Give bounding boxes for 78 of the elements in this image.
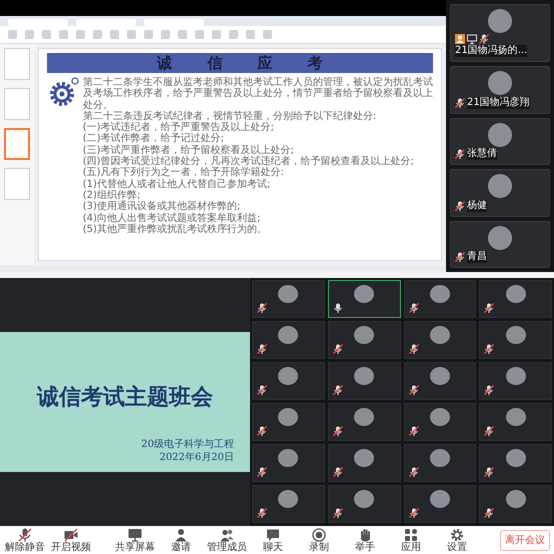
avatar bbox=[430, 285, 450, 303]
hand-icon bbox=[358, 528, 372, 542]
apps-grid-icon bbox=[404, 528, 418, 542]
avatar bbox=[354, 367, 374, 385]
toolbar-button[interactable]: 管理成员 bbox=[206, 528, 248, 552]
slide-text: (一)考试违纪者，给予严重警告及以上处分; bbox=[82, 122, 275, 134]
avatar bbox=[278, 367, 298, 385]
slide-text: (四)曾因考试受过纪律处分，凡再次考试违纪者，给予留校查看及以上处分; bbox=[82, 156, 415, 168]
record-icon bbox=[312, 528, 326, 542]
avatar bbox=[506, 408, 526, 426]
slide-title: 诚信考试主题班会 bbox=[36, 383, 214, 412]
chat-bubble-icon bbox=[266, 528, 280, 542]
avatar bbox=[430, 367, 450, 385]
avatar bbox=[506, 367, 526, 385]
class-name: 20级电子科学与工程 bbox=[141, 438, 234, 451]
slide-text: (三)考试严重作弊者，给予留校察看及以上处分; bbox=[82, 144, 295, 156]
slide-text: 第二十二条学生不服从监考老师和其他考试工作人员的管理，被认定为扰乱考试及考场工作秩序者，给予严重警告及以上处分，情节严重者给予留校察看及以上处分。 bbox=[82, 77, 433, 111]
participant-name: 青昌 bbox=[467, 251, 487, 264]
document-tab[interactable] bbox=[76, 19, 136, 26]
toolbar-button[interactable]: 解除静音 bbox=[4, 528, 46, 552]
avatar bbox=[278, 326, 298, 344]
document-tab[interactable] bbox=[144, 19, 204, 26]
toolbar-button[interactable]: 共享屏幕 bbox=[114, 528, 156, 552]
slide-thumbnail[interactable] bbox=[4, 88, 30, 120]
document-tab[interactable] bbox=[8, 19, 68, 26]
avatar bbox=[506, 326, 526, 344]
slide-heading: 诚 信 应 考 bbox=[46, 53, 433, 73]
avatar bbox=[278, 285, 298, 303]
toolbar-button[interactable]: 开启视频 bbox=[50, 528, 92, 552]
avatar bbox=[506, 285, 526, 303]
avatar bbox=[488, 174, 512, 198]
avatar bbox=[278, 490, 298, 508]
avatar bbox=[488, 9, 512, 33]
avatar bbox=[430, 490, 450, 508]
avatar bbox=[430, 326, 450, 344]
toolbar-button[interactable]: 聊天 bbox=[252, 528, 294, 552]
slide-thumbnail[interactable] bbox=[4, 128, 30, 160]
toolbar-button[interactable]: 邀请 bbox=[160, 528, 202, 552]
avatar bbox=[354, 408, 374, 426]
slide-date: 2022年6月20日 bbox=[159, 451, 234, 464]
muted-mic-icon bbox=[18, 528, 32, 542]
slide-text: (五)凡有下列行为之一者，给予开除学籍处分: bbox=[82, 167, 285, 178]
avatar bbox=[430, 449, 450, 467]
avatar bbox=[278, 449, 298, 467]
avatar bbox=[354, 490, 374, 508]
slide-thumbnail[interactable] bbox=[4, 48, 30, 80]
toolbar-button[interactable]: 应用 bbox=[390, 528, 432, 552]
avatar bbox=[430, 408, 450, 426]
participant-name: 21国物冯扬的... bbox=[455, 45, 528, 58]
slide-thumbnail[interactable] bbox=[4, 168, 30, 200]
slide-text: (5)其他严重作弊或扰乱考试秩序行为的。 bbox=[82, 224, 268, 236]
monitor-icon bbox=[128, 528, 142, 542]
leave-meeting-button[interactable]: 离开会议 bbox=[500, 530, 550, 550]
slide-text: 第二十三条违反考试纪律者，视情节轻重，分别给予以下纪律处分: bbox=[82, 110, 378, 122]
avatar bbox=[488, 226, 512, 250]
participant-name: 杨健 bbox=[467, 200, 487, 212]
slide-text: (1)代替他人或者让他人代替自己参加考试; bbox=[82, 178, 272, 190]
settings-icon bbox=[450, 528, 464, 542]
toolbar-button[interactable]: 设置 bbox=[436, 528, 478, 552]
slide-text: (二)考试作弊者，给予记过处分; bbox=[82, 133, 225, 144]
participant-name: 21国物冯彦翔 bbox=[467, 96, 530, 109]
toolbar-button[interactable]: 录制 bbox=[298, 528, 340, 552]
avatar bbox=[354, 326, 374, 344]
people-icon bbox=[220, 528, 234, 542]
avatar bbox=[354, 285, 374, 303]
slide-text: (3)使用通讯设备或其他器材作弊的; bbox=[82, 201, 242, 212]
participant-name: 张慧倩 bbox=[467, 148, 497, 160]
person-icon bbox=[174, 528, 188, 542]
toolbar-button[interactable]: 举手 bbox=[344, 528, 386, 552]
slide-text: (4)向他人出售考试试题或答案牟取利益; bbox=[82, 212, 262, 224]
avatar bbox=[488, 122, 512, 147]
avatar bbox=[488, 71, 512, 96]
slide-text: (2)组织作弊; bbox=[82, 190, 142, 201]
avatar bbox=[506, 490, 526, 508]
avatar bbox=[506, 449, 526, 467]
avatar bbox=[354, 449, 374, 467]
camera-off-icon bbox=[64, 528, 78, 542]
avatar bbox=[278, 408, 298, 426]
